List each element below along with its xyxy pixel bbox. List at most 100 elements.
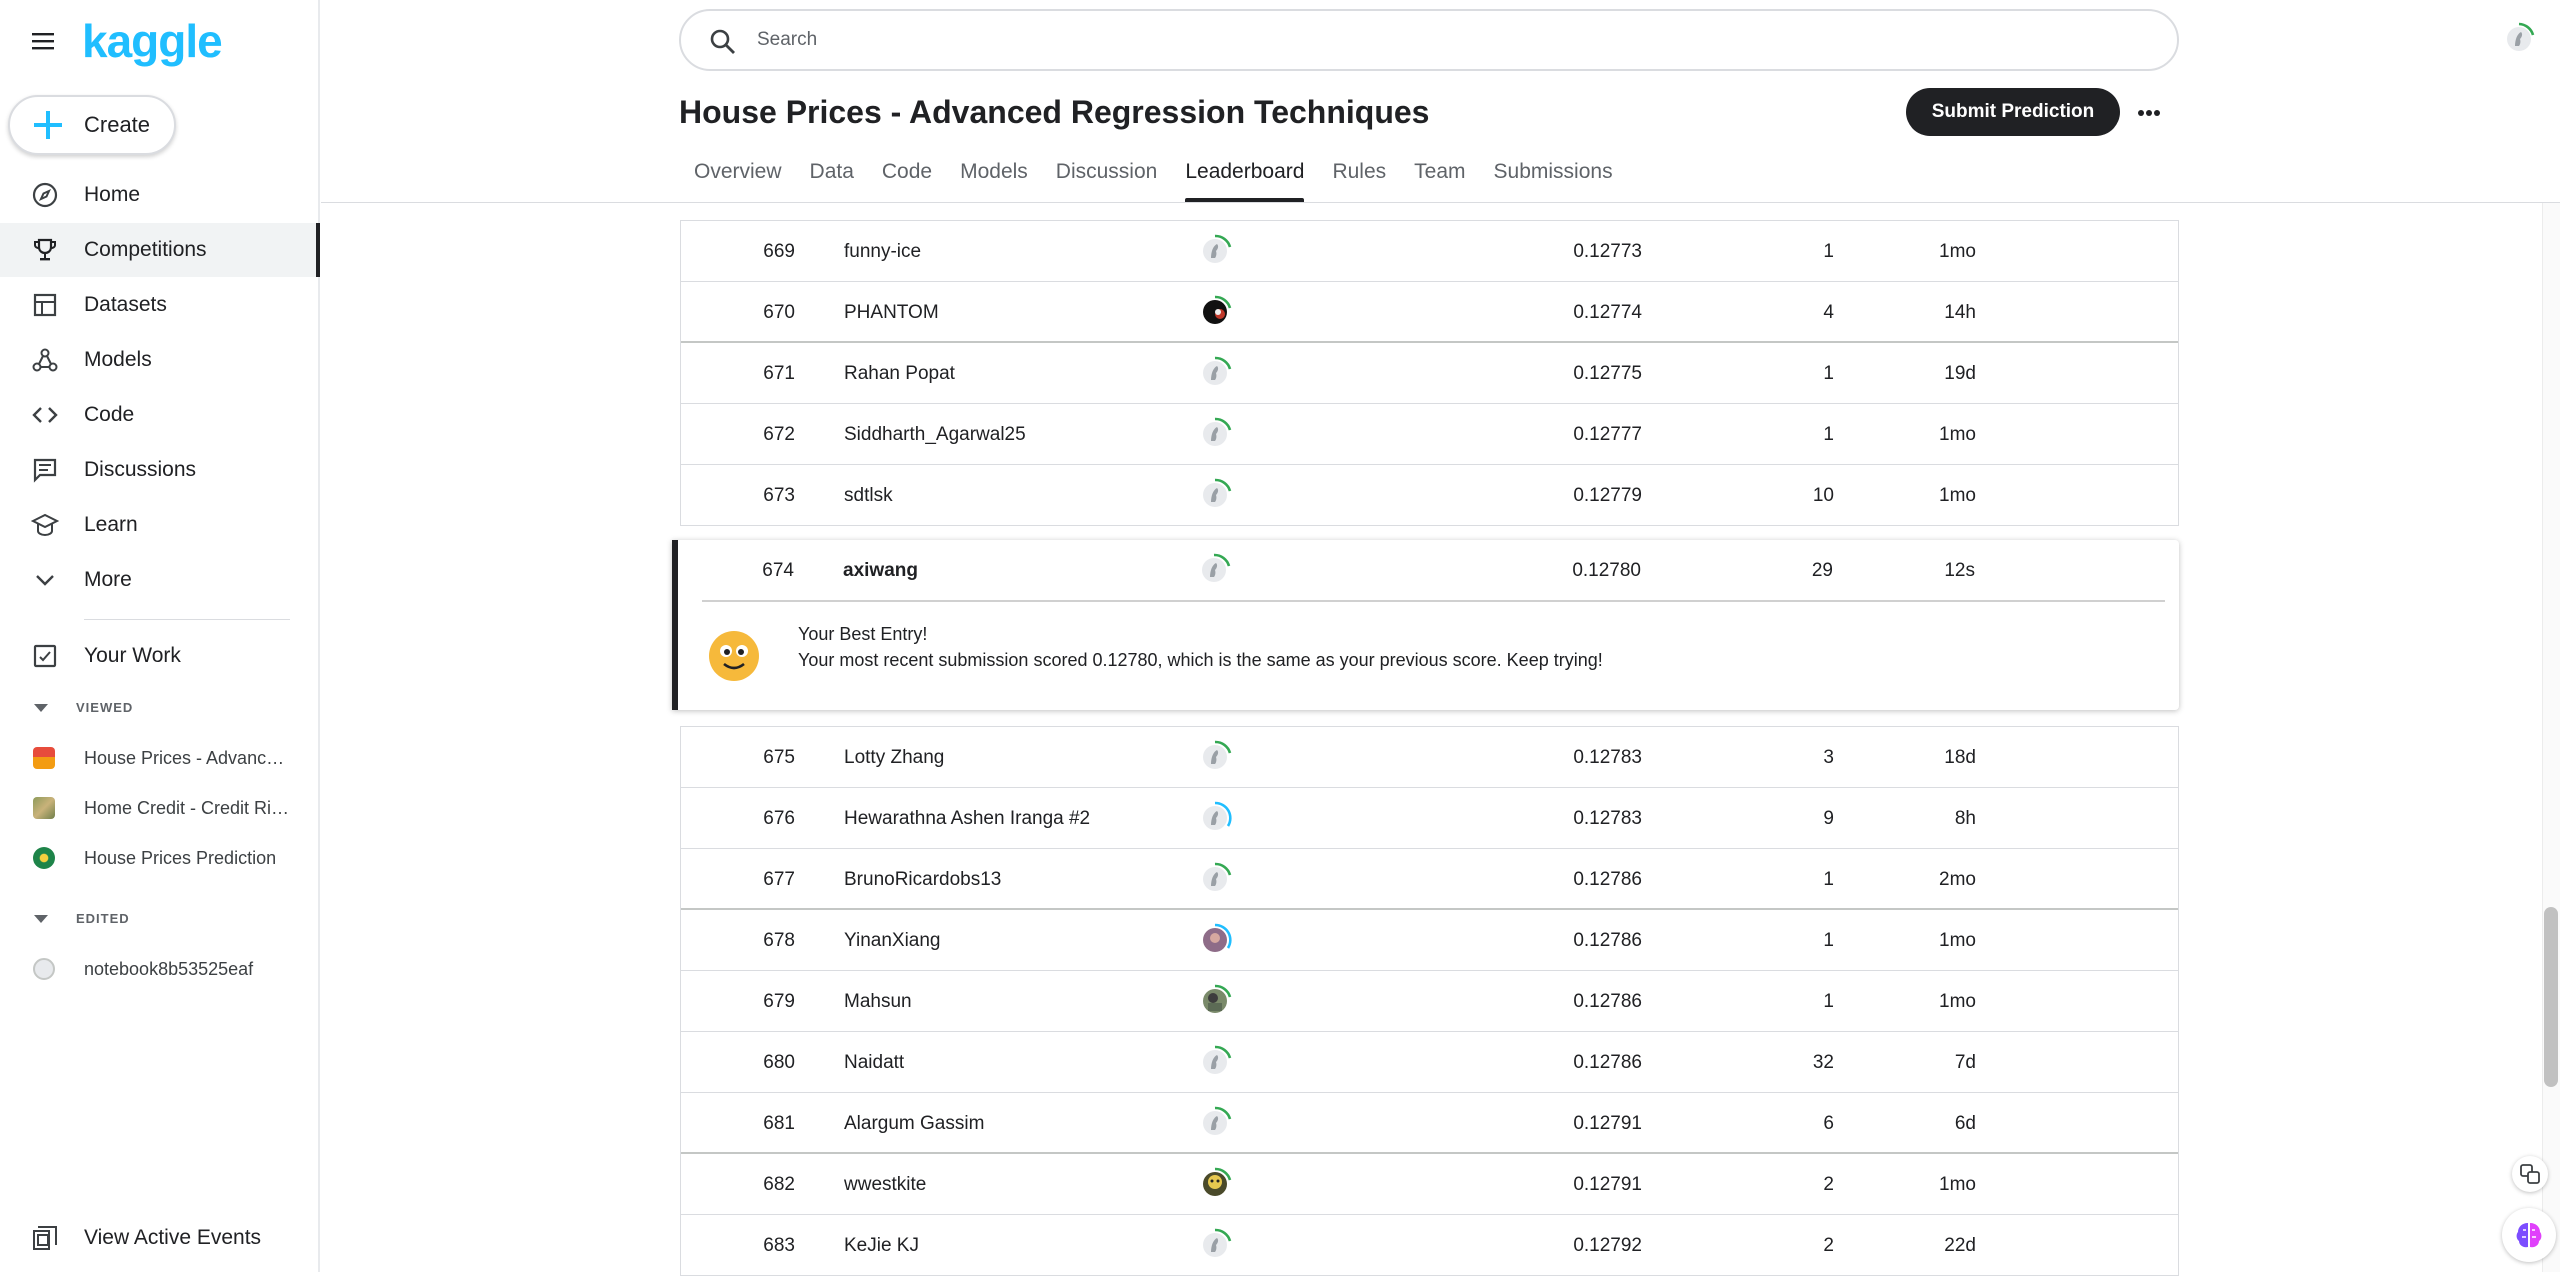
team-avatar[interactable] xyxy=(1198,922,1234,958)
create-label: Create xyxy=(84,112,151,137)
team-name[interactable]: Rahan Popat xyxy=(844,343,955,404)
table-row[interactable]: 680 Naidatt 0.12786 32 7d xyxy=(681,1032,2178,1093)
rank-cell: 672 xyxy=(763,424,795,445)
sidebar-item-your-work[interactable]: Your Work xyxy=(0,629,320,683)
sidebar-item-models[interactable]: Models xyxy=(0,333,320,387)
entries-cell: 1 xyxy=(1823,930,1834,951)
edited-item[interactable]: notebook8b53525eaf xyxy=(0,946,320,992)
sidebar-item-label: More xyxy=(84,568,132,591)
last-cell: 1mo xyxy=(1939,1174,1976,1195)
team-avatar[interactable] xyxy=(1197,552,1233,588)
table-row[interactable]: 670 PHANTOM 0.12774 4 14h xyxy=(681,282,2178,343)
sidebar-item-code[interactable]: Code xyxy=(0,388,320,442)
table-row[interactable]: 672 Siddharth_Agarwal25 0.12777 1 1mo xyxy=(681,404,2178,465)
table-row[interactable]: 682 wwestkite 0.12791 2 1mo xyxy=(681,1154,2178,1215)
kaggle-logo[interactable]: kaggle xyxy=(82,14,223,68)
tab-leaderboard[interactable]: Leaderboard xyxy=(1185,156,1305,202)
team-avatar[interactable] xyxy=(1198,1227,1234,1263)
search-bar[interactable] xyxy=(679,9,2179,71)
rank-cell: 675 xyxy=(763,747,795,768)
tab-discussion[interactable]: Discussion xyxy=(1056,156,1158,202)
team-avatar[interactable] xyxy=(1198,983,1234,1019)
table-row-you[interactable]: 674 axiwang 0.12780 29 12s xyxy=(680,540,2179,601)
table-row[interactable]: 677 BrunoRicardobs13 0.12786 1 2mo xyxy=(681,849,2178,910)
team-name[interactable]: PHANTOM xyxy=(844,282,939,343)
sidebar-divider xyxy=(84,619,290,620)
tab-rules[interactable]: Rules xyxy=(1332,156,1386,202)
tab-models[interactable]: Models xyxy=(960,156,1028,202)
table-row[interactable]: 669 funny-ice 0.12773 1 1mo xyxy=(681,221,2178,282)
more-options-icon[interactable] xyxy=(2132,96,2166,130)
create-button[interactable]: Create xyxy=(8,95,176,155)
score-cell: 0.12775 xyxy=(1573,363,1642,384)
team-avatar[interactable] xyxy=(1198,1044,1234,1080)
header-divider xyxy=(321,202,2560,203)
team-avatar[interactable] xyxy=(1198,1166,1234,1202)
table-row[interactable]: 683 KeJie KJ 0.12792 2 22d xyxy=(681,1215,2178,1276)
score-cell: 0.12783 xyxy=(1573,808,1642,829)
team-name[interactable]: wwestkite xyxy=(844,1154,926,1215)
translate-icon[interactable] xyxy=(2512,1156,2548,1192)
team-name[interactable]: sdtlsk xyxy=(844,465,893,526)
user-avatar[interactable] xyxy=(2502,22,2536,56)
team-name[interactable]: Lotty Zhang xyxy=(844,727,944,788)
team-avatar[interactable] xyxy=(1198,294,1234,330)
your-work-icon xyxy=(30,641,60,671)
team-name[interactable]: Mahsun xyxy=(844,971,912,1032)
scrollbar-track[interactable] xyxy=(2542,203,2560,1272)
team-avatar[interactable] xyxy=(1198,416,1234,452)
view-active-events-button[interactable]: View Active Events xyxy=(0,1216,320,1260)
table-row[interactable]: 673 sdtlsk 0.12779 10 1mo xyxy=(681,465,2178,526)
team-avatar[interactable] xyxy=(1198,355,1234,391)
table-row[interactable]: 678 YinanXiang 0.12786 1 1mo xyxy=(681,910,2178,971)
last-cell: 22d xyxy=(1944,1235,1976,1256)
table-row[interactable]: 675 Lotty Zhang 0.12783 3 18d xyxy=(681,727,2178,788)
viewed-item[interactable]: House Prices - Advanced Regression Techn… xyxy=(0,735,320,781)
sidebar-item-learn[interactable]: Learn xyxy=(0,498,320,552)
entries-cell: 3 xyxy=(1823,747,1834,768)
team-name[interactable]: BrunoRicardobs13 xyxy=(844,849,1001,910)
viewed-item[interactable]: Home Credit - Credit Risk Model Stabilit… xyxy=(0,785,320,831)
sidebar-item-home[interactable]: Home xyxy=(0,168,320,222)
tab-team[interactable]: Team xyxy=(1414,156,1465,202)
tab-submissions[interactable]: Submissions xyxy=(1494,156,1613,202)
assistant-brain-icon[interactable] xyxy=(2502,1208,2556,1262)
school-icon xyxy=(30,510,60,540)
submit-prediction-button[interactable]: Submit Prediction xyxy=(1906,88,2120,136)
team-name[interactable]: YinanXiang xyxy=(844,910,940,971)
sidebar-item-discussions[interactable]: Discussions xyxy=(0,443,320,497)
view-active-events-label: View Active Events xyxy=(84,1226,262,1249)
table-row[interactable]: 681 Alargum Gassim 0.12791 6 6d xyxy=(681,1093,2178,1154)
entries-cell: 1 xyxy=(1823,424,1834,445)
tab-data[interactable]: Data xyxy=(810,156,854,202)
edited-section-toggle[interactable]: EDITED xyxy=(34,911,130,926)
team-avatar[interactable] xyxy=(1198,861,1234,897)
team-avatar[interactable] xyxy=(1198,477,1234,513)
tab-overview[interactable]: Overview xyxy=(694,156,782,202)
table-row[interactable]: 671 Rahan Popat 0.12775 1 19d xyxy=(681,343,2178,404)
sidebar-item-competitions[interactable]: Competitions xyxy=(0,223,320,277)
team-name[interactable]: Alargum Gassim xyxy=(844,1093,984,1154)
scrollbar-thumb[interactable] xyxy=(2544,907,2558,1087)
menu-icon[interactable] xyxy=(31,29,55,53)
score-cell: 0.12791 xyxy=(1573,1113,1642,1134)
viewed-item[interactable]: House Prices Prediction xyxy=(0,835,320,881)
search-input[interactable] xyxy=(755,25,2135,55)
team-name[interactable]: Hewarathna Ashen Iranga #2 xyxy=(844,788,1090,849)
table-row[interactable]: 676 Hewarathna Ashen Iranga #2 0.12783 9 8h xyxy=(681,788,2178,849)
team-avatar[interactable] xyxy=(1198,800,1234,836)
entries-cell: 1 xyxy=(1823,991,1834,1012)
team-name[interactable]: Naidatt xyxy=(844,1032,904,1093)
sidebar-item-datasets[interactable]: Datasets xyxy=(0,278,320,332)
team-avatar[interactable] xyxy=(1198,233,1234,269)
team-avatar[interactable] xyxy=(1198,1105,1234,1141)
table-row[interactable]: 679 Mahsun 0.12786 1 1mo xyxy=(681,971,2178,1032)
tab-code[interactable]: Code xyxy=(882,156,932,202)
viewed-section-toggle[interactable]: VIEWED xyxy=(34,700,133,715)
sidebar-item-more[interactable]: More xyxy=(0,553,320,607)
team-name[interactable]: funny-ice xyxy=(844,221,921,282)
team-name[interactable]: Siddharth_Agarwal25 xyxy=(844,404,1026,465)
team-avatar[interactable] xyxy=(1198,739,1234,775)
team-name[interactable]: axiwang xyxy=(843,540,918,601)
team-name[interactable]: KeJie KJ xyxy=(844,1215,919,1276)
